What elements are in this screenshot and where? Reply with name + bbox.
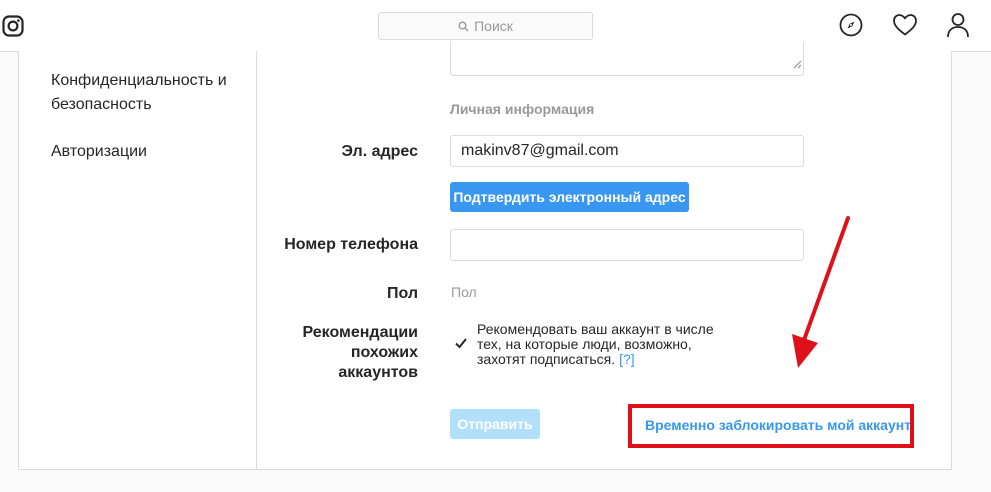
profile-icon[interactable] (945, 12, 971, 38)
sidebar-item-authorizations[interactable]: Авторизации (51, 140, 147, 164)
sidebar-item-label: Авторизации (51, 143, 147, 160)
email-value: makinv87@gmail.com (461, 142, 619, 159)
explore-compass-icon[interactable] (838, 12, 864, 38)
email-label: Эл. адрес (341, 143, 418, 160)
recommendations-description: Рекомендовать ваш аккаунт в числе тех, н… (477, 322, 727, 367)
section-title-personal-info: Личная информация (450, 101, 595, 117)
annotation-highlight-box (628, 404, 914, 448)
email-field[interactable]: makinv87@gmail.com (450, 135, 804, 167)
phone-label: Номер телефона (284, 236, 418, 253)
submit-button[interactable]: Отправить (450, 409, 540, 439)
search-placeholder: Поиск (474, 18, 513, 34)
checkmark-icon (455, 338, 467, 349)
confirm-email-button[interactable]: Подтвердить электронный адрес (450, 182, 689, 212)
sidebar-item-label: Конфиденциальность и безопасность (51, 72, 227, 113)
settings-sidebar: Конфиденциальность и безопасность Автори… (19, 51, 257, 469)
help-link[interactable]: [?] (619, 351, 635, 367)
annotation-arrow-icon (780, 210, 860, 380)
recommendations-checkbox[interactable] (453, 335, 469, 351)
recommendations-text: Рекомендовать ваш аккаунт в числе тех, н… (477, 321, 714, 367)
search-input[interactable]: Поиск (378, 12, 593, 40)
sidebar-item-privacy-security[interactable]: Конфиденциальность и безопасность (51, 69, 241, 117)
resize-handle-icon[interactable] (793, 56, 802, 74)
phone-field[interactable] (450, 229, 804, 261)
bio-textarea[interactable] (450, 42, 804, 76)
instagram-icon[interactable] (2, 15, 24, 37)
gender-field[interactable]: Пол (451, 284, 477, 300)
gender-label: Пол (386, 285, 418, 302)
recommendations-label: Рекомендации похожих аккаунтов (302, 324, 419, 381)
search-icon (458, 21, 469, 32)
heart-icon[interactable] (892, 12, 918, 38)
